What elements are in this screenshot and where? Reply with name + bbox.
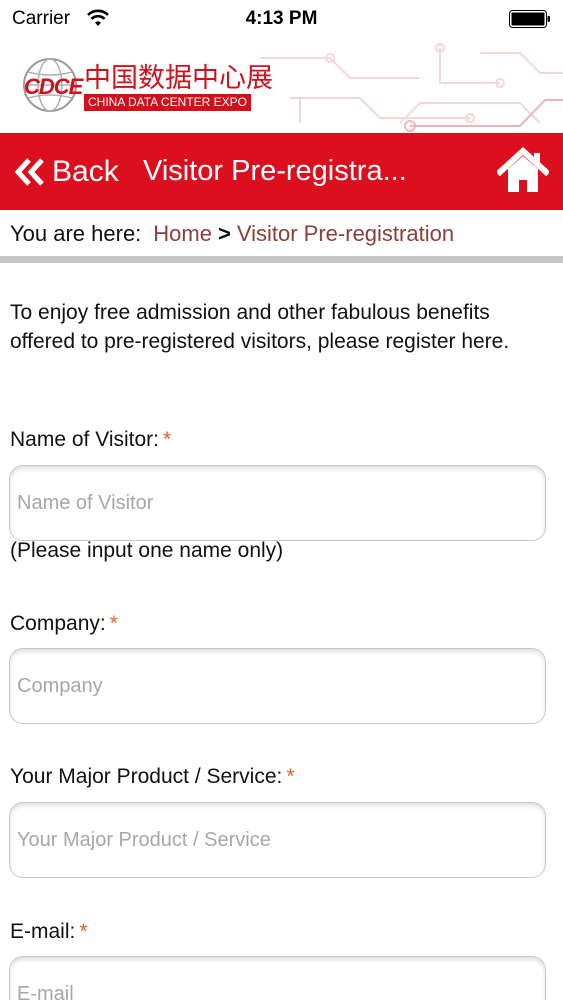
breadcrumb-current: Visitor Pre-registration [236,221,455,246]
breadcrumb-home-link[interactable]: Home [153,221,212,247]
email-label-text: E-mail: [10,920,76,943]
required-mark: * [163,428,172,451]
company-field-label: Company: * [10,612,118,636]
name-field-label: Name of Visitor: * [10,428,171,452]
logo-abbreviation: CDCE [24,74,83,99]
product-label-text: Your Major Product / Service: [10,765,283,788]
status-time: 4:13 PM [245,8,318,29]
app-screen: Carrier 4:13 PM CDCE 中国数据中心展 CHINA DATA … [0,0,563,1000]
logo-english-name: CHINA DATA CENTER EXPO [84,94,251,111]
battery-icon [509,10,550,28]
intro-text: To enjoy free admission and other fabulo… [10,301,510,353]
email-input[interactable] [9,956,546,1000]
logo-chinese-name: 中国数据中心展 [84,63,273,94]
status-bar: Carrier 4:13 PM [0,0,563,38]
required-mark: * [109,612,118,635]
page-title: Visitor Pre-registra... [143,155,407,187]
email-field-label: E-mail: * [10,920,88,944]
breadcrumb-separator: > [217,221,231,246]
product-service-input[interactable] [9,802,546,878]
required-mark: * [286,765,295,788]
product-field-label: Your Major Product / Service: * [10,765,295,789]
name-field-hint: (Please input one name only) [10,539,284,562]
company-input[interactable] [9,648,546,724]
visitor-name-input[interactable] [9,465,546,541]
breadcrumb: You are here: Home > Visitor Pre-registr… [0,210,563,258]
double-chevron-left-icon [14,158,44,186]
breadcrumb-prefix: You are here: [10,221,142,246]
back-label: Back [52,155,119,188]
logo-banner: CDCE 中国数据中心展 CHINA DATA CENTER EXPO [0,38,563,133]
breadcrumb-divider [0,256,563,263]
required-mark: * [79,920,88,943]
cdce-logo: CDCE 中国数据中心展 CHINA DATA CENTER EXPO [18,52,273,118]
home-icon[interactable] [497,147,549,195]
back-button[interactable]: Back [14,151,119,193]
nav-bar: Back Visitor Pre-registra... [0,133,563,210]
name-label-text: Name of Visitor: [10,428,159,451]
company-label-text: Company: [10,612,106,635]
